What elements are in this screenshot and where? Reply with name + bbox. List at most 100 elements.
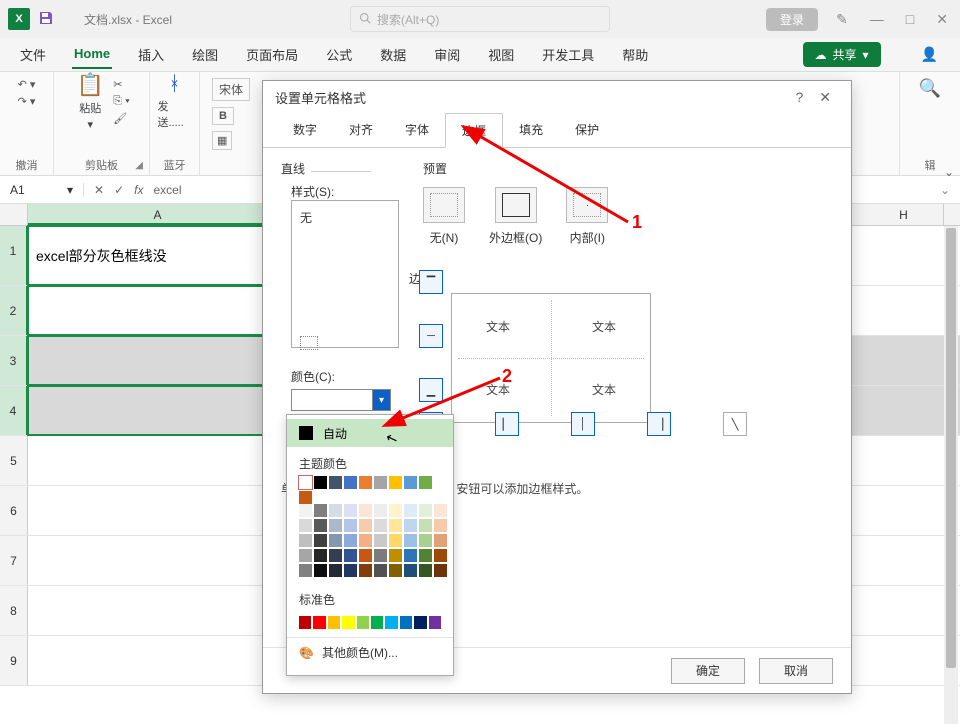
undo-icon[interactable]: ↶ ▾ — [18, 78, 36, 91]
theme-color-swatch[interactable] — [374, 476, 387, 489]
preset-none-button[interactable] — [423, 187, 465, 223]
bluetooth-button[interactable]: ᚼ 发送..... — [158, 78, 192, 124]
accept-edit-icon[interactable]: ✓ — [114, 183, 124, 197]
shade-swatch[interactable] — [434, 549, 447, 562]
ok-button[interactable]: 确定 — [671, 658, 745, 684]
dialog-launcher-icon[interactable]: ◢ — [135, 160, 143, 171]
shade-swatch[interactable] — [389, 504, 402, 517]
row-header-4[interactable]: 4 — [0, 386, 28, 435]
shade-swatch[interactable] — [299, 504, 312, 517]
theme-color-swatch[interactable] — [299, 476, 312, 489]
shade-swatch[interactable] — [344, 534, 357, 547]
style-none-option[interactable]: 无 — [300, 211, 312, 225]
search-box[interactable]: 搜索(Alt+Q) — [350, 6, 610, 32]
shade-swatch[interactable] — [389, 564, 402, 577]
select-all-corner[interactable] — [0, 204, 28, 225]
ribbon-collapse-icon[interactable]: ⌄ — [944, 165, 954, 179]
find-icon[interactable]: 🔍 — [919, 78, 941, 99]
maximize-icon[interactable]: □ — [902, 11, 918, 27]
share-button[interactable]: ☁ 共享 ▾ — [803, 42, 881, 67]
shade-swatch[interactable] — [344, 564, 357, 577]
shade-swatch[interactable] — [299, 549, 312, 562]
shade-swatch[interactable] — [344, 549, 357, 562]
standard-color-swatch[interactable] — [299, 616, 311, 629]
vertical-scrollbar[interactable] — [944, 226, 958, 724]
shade-swatch[interactable] — [434, 534, 447, 547]
tab-file[interactable]: 文件 — [18, 39, 48, 70]
cell-A2[interactable] — [28, 286, 288, 335]
col-header-A[interactable]: A — [28, 204, 288, 225]
shade-swatch[interactable] — [329, 519, 342, 532]
shade-swatch[interactable] — [359, 549, 372, 562]
cell-A7[interactable] — [28, 536, 288, 585]
shade-swatch[interactable] — [404, 534, 417, 547]
shade-swatch[interactable] — [419, 549, 432, 562]
shade-swatch[interactable] — [359, 519, 372, 532]
shade-swatch[interactable] — [389, 534, 402, 547]
shade-swatch[interactable] — [419, 504, 432, 517]
shade-swatch[interactable] — [314, 564, 327, 577]
border-diag2-button[interactable]: ╲ — [723, 412, 747, 436]
cell-A9[interactable] — [28, 636, 288, 685]
tab-number[interactable]: 数字 — [277, 113, 333, 147]
shade-swatch[interactable] — [299, 564, 312, 577]
shade-swatch[interactable] — [374, 534, 387, 547]
color-auto-option[interactable]: 自动 — [287, 419, 453, 447]
shade-swatch[interactable] — [329, 564, 342, 577]
shade-swatch[interactable] — [404, 549, 417, 562]
minimize-icon[interactable]: — — [866, 11, 888, 27]
theme-color-swatch[interactable] — [359, 476, 372, 489]
tab-draw[interactable]: 绘图 — [190, 39, 220, 70]
shade-swatch[interactable] — [314, 519, 327, 532]
cancel-edit-icon[interactable]: ✕ — [94, 183, 104, 197]
row-header-3[interactable]: 3 — [0, 336, 28, 385]
shade-swatch[interactable] — [434, 519, 447, 532]
theme-color-swatch[interactable] — [419, 476, 432, 489]
shade-swatch[interactable] — [344, 504, 357, 517]
name-box[interactable]: A1 ▾ — [0, 183, 84, 197]
standard-color-swatch[interactable] — [342, 616, 354, 629]
row-header-2[interactable]: 2 — [0, 286, 28, 335]
border-right-button[interactable]: ▕ — [647, 412, 671, 436]
line-style-list[interactable]: 无 — [291, 200, 399, 348]
save-icon[interactable] — [38, 10, 56, 28]
fx-icon[interactable]: fx — [134, 183, 143, 197]
tab-view[interactable]: 视图 — [486, 39, 516, 70]
standard-color-swatch[interactable] — [385, 616, 397, 629]
tab-formula[interactable]: 公式 — [324, 39, 354, 70]
line-color-combo[interactable]: ▾ — [291, 389, 391, 411]
tab-review[interactable]: 审阅 — [432, 39, 462, 70]
shade-swatch[interactable] — [419, 564, 432, 577]
tab-font[interactable]: 字体 — [389, 113, 445, 147]
theme-color-swatch[interactable] — [314, 476, 327, 489]
shade-swatch[interactable] — [314, 504, 327, 517]
tab-border[interactable]: 边框 — [445, 113, 503, 148]
border-hmid-button[interactable]: ─ — [419, 324, 443, 348]
redo-icon[interactable]: ↷ ▾ — [18, 95, 36, 108]
theme-color-swatch[interactable] — [329, 476, 342, 489]
cell-A4[interactable] — [28, 386, 288, 435]
tab-layout[interactable]: 页面布局 — [244, 39, 300, 70]
border-left-button[interactable]: ▏ — [495, 412, 519, 436]
shade-swatch[interactable] — [404, 519, 417, 532]
shade-swatch[interactable] — [329, 504, 342, 517]
tab-fill[interactable]: 填充 — [503, 113, 559, 147]
tab-insert[interactable]: 插入 — [136, 39, 166, 70]
shade-swatch[interactable] — [359, 534, 372, 547]
shade-swatch[interactable] — [434, 564, 447, 577]
standard-color-swatch[interactable] — [371, 616, 383, 629]
tab-home[interactable]: Home — [72, 40, 112, 69]
shade-swatch[interactable] — [344, 519, 357, 532]
shade-swatch[interactable] — [419, 534, 432, 547]
row-header-5[interactable]: 5 — [0, 436, 28, 485]
standard-color-swatch[interactable] — [414, 616, 426, 629]
shade-swatch[interactable] — [374, 564, 387, 577]
ribbon-options-icon[interactable]: ✎ — [832, 11, 852, 28]
close-icon[interactable]: ✕ — [932, 11, 952, 28]
cancel-button[interactable]: 取消 — [759, 658, 833, 684]
more-colors-option[interactable]: 🎨 其他颜色(M)... — [287, 637, 453, 667]
tab-dev[interactable]: 开发工具 — [540, 39, 596, 70]
standard-color-swatch[interactable] — [357, 616, 369, 629]
cut-icon[interactable]: ✂ — [113, 78, 129, 91]
tab-align[interactable]: 对齐 — [333, 113, 389, 147]
